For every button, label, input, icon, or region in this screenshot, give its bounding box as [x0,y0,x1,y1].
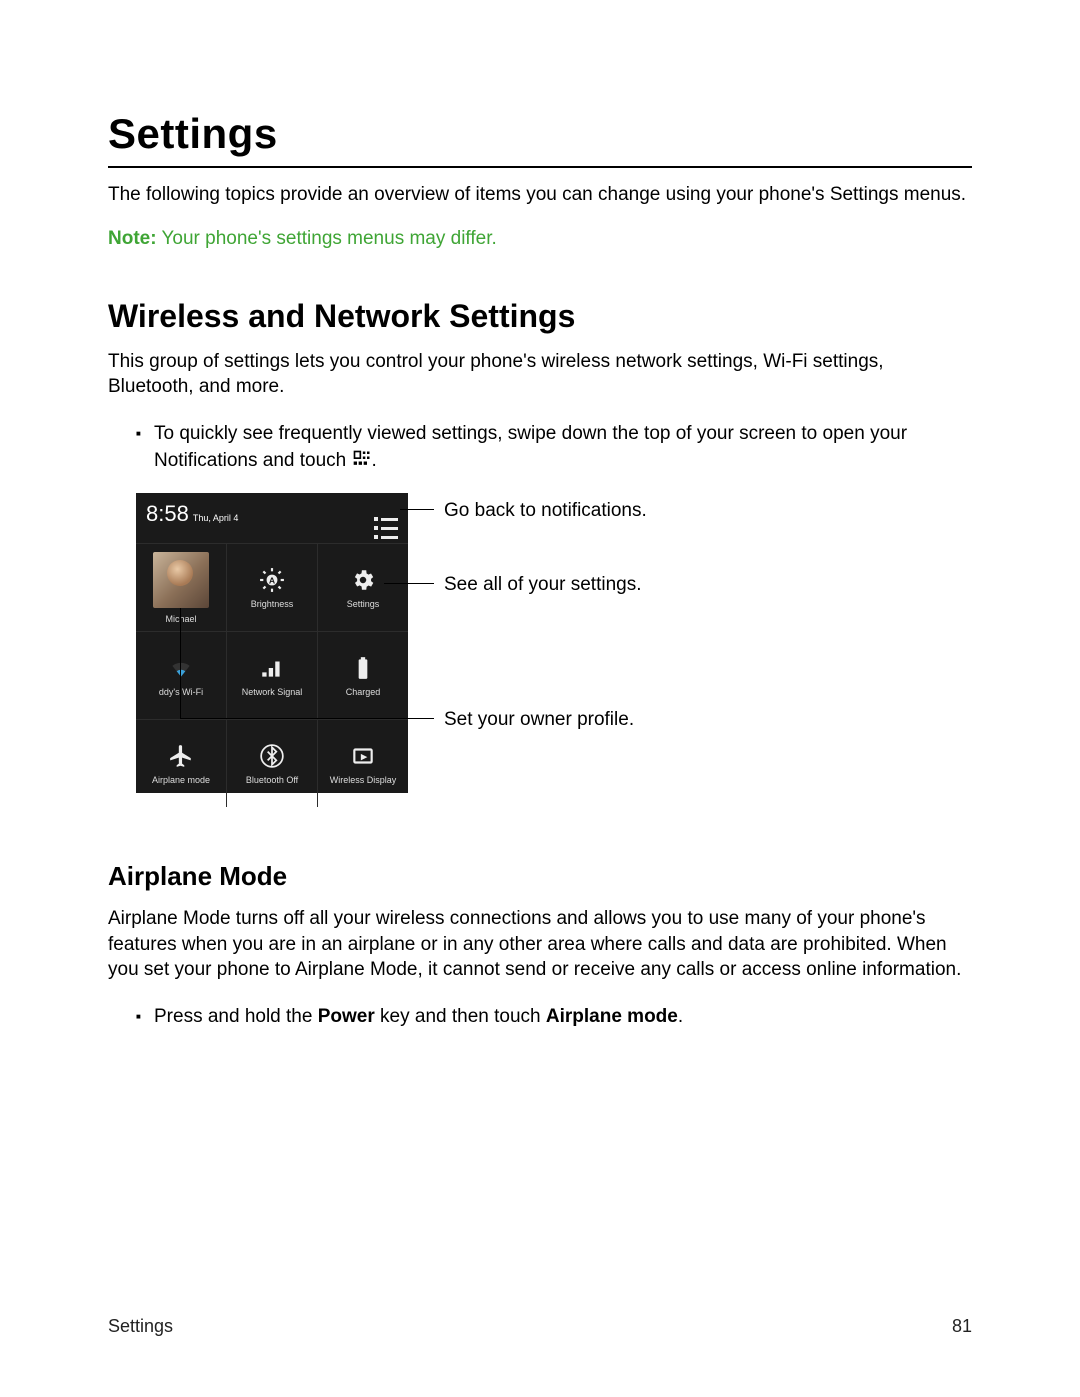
text: . [678,1006,683,1027]
tile-wifi[interactable]: ddy's Wi-Fi [136,632,227,719]
text: Press and hold the [154,1006,318,1027]
bullet-airplane-instruction: Press and hold the Power key and then to… [136,1003,972,1031]
tile-label: Airplane mode [152,775,210,785]
signal-icon [259,655,285,681]
tile-label: Wireless Display [330,775,397,785]
tile-battery[interactable]: Charged [318,632,408,719]
brightness-icon: A [259,567,285,593]
airplane-body: Airplane Mode turns off all your wireles… [108,906,972,983]
callout-line [384,583,434,584]
callout-line [180,718,434,719]
subsection-heading-airplane: Airplane Mode [108,861,972,892]
footer-section-name: Settings [108,1316,173,1337]
airplane-icon [168,743,194,769]
note-text: Your phone's settings menus may differ. [157,228,497,249]
quick-settings-diagram: 8:58 Thu, April 4 Michael A Brightness [136,493,756,813]
gear-icon [350,567,376,593]
tile-network-signal[interactable]: Network Signal [227,632,318,719]
status-row: 8:58 Thu, April 4 [136,493,408,543]
notifications-icon[interactable] [374,517,398,539]
bullet-text-pre: To quickly see frequently viewed setting… [154,423,907,472]
wireless-intro: This group of settings lets you control … [108,349,972,400]
note-label: Note: [108,228,157,249]
bullet-swipe-down: To quickly see frequently viewed setting… [136,420,972,475]
callout-settings: See all of your settings. [444,573,642,598]
avatar [153,552,209,608]
tile-airplane-mode[interactable]: Airplane mode [136,720,227,807]
bullet-text-post: . [372,450,377,471]
airplane-mode-label: Airplane mode [546,1006,678,1027]
bluetooth-icon [259,743,285,769]
tile-label: Bluetooth Off [246,775,298,785]
footer-page-number: 81 [952,1316,972,1337]
page-footer: Settings 81 [108,1316,972,1337]
tile-settings[interactable]: Settings [318,544,408,631]
power-key: Power [318,1006,375,1027]
bullet-list: To quickly see frequently viewed setting… [136,420,972,475]
tile-bluetooth[interactable]: Bluetooth Off [227,720,318,807]
quick-settings-icon [352,449,372,469]
tile-owner-profile[interactable]: Michael [136,544,227,631]
tile-wireless-display[interactable]: Wireless Display [318,720,408,807]
tile-brightness[interactable]: A Brightness [227,544,318,631]
page-title: Settings [108,110,972,168]
battery-icon [350,655,376,681]
wifi-icon [168,655,194,681]
callout-notifications: Go back to notifications. [444,499,647,524]
clock: 8:58 Thu, April 4 [146,501,238,527]
wireless-display-icon [350,743,376,769]
text: key and then touch [375,1006,546,1027]
tile-label: Settings [347,599,380,609]
tile-label: Network Signal [242,687,303,697]
callout-line [180,608,181,718]
callout-owner-profile: Set your owner profile. [444,708,634,733]
callout-line [400,509,434,510]
airplane-bullet-list: Press and hold the Power key and then to… [136,1003,972,1031]
tile-label: ddy's Wi-Fi [159,687,203,697]
note-paragraph: Note: Your phone's settings menus may di… [108,228,972,250]
clock-time: 8:58 [146,501,189,526]
section-heading-wireless: Wireless and Network Settings [108,298,972,335]
clock-date: Thu, April 4 [193,513,239,523]
phone-quick-settings-panel: 8:58 Thu, April 4 Michael A Brightness [136,493,408,793]
tile-label: Charged [346,687,381,697]
intro-paragraph: The following topics provide an overview… [108,182,972,208]
tile-label: Brightness [251,599,294,609]
svg-text:A: A [269,575,276,585]
